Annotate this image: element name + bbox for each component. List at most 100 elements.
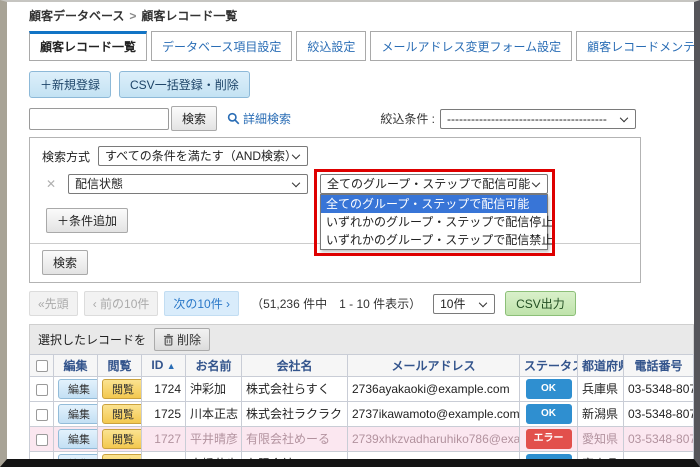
search-method-select[interactable]: すべての条件を満たす（AND検索） [98,146,309,166]
cell-id: 1725 [141,401,186,427]
tab-email-change-form-settings[interactable]: メールアドレス変更フォーム設定 [370,31,573,61]
condition-field-select[interactable]: 配信状態 [68,174,308,194]
new-record-button[interactable]: ＋新規登録 [29,71,112,98]
cell-company: 株式会社らすく [241,376,348,402]
header-name[interactable]: お名前 [185,354,242,377]
csv-bulk-button[interactable]: CSV一括登録・削除 [119,71,250,98]
table-row: 編集 閲覧 1724 沖彩加 株式会社らすく 2736ayakaoki@exam… [29,376,694,402]
edit-button[interactable]: 編集 [58,379,97,399]
edit-button[interactable]: 編集 [58,429,97,449]
cell-company: 有限会社CD [241,451,348,459]
edit-button[interactable]: 編集 [58,404,97,424]
panel-search-button[interactable]: 検索 [42,250,89,275]
first-page-button[interactable]: «先頭 [29,291,78,316]
cell-id: 1728 [141,451,186,459]
tab-bar: 顧客レコード一覧 データベース項目設定 絞込設定 メールアドレス変更フォーム設定… [29,31,694,61]
search-icon [227,112,240,125]
per-page-select[interactable]: 10件 [433,293,496,314]
view-button[interactable]: 閲覧 [102,454,141,459]
option-deliverable-all[interactable]: 全てのグループ・ステップで配信可能 [321,195,547,213]
tab-record-maintenance[interactable]: 顧客レコードメンテナンス [576,31,694,61]
edit-button[interactable]: 編集 [58,454,97,459]
header-id[interactable]: ID ▲ [141,354,186,377]
cell-name: 沖彩加 [185,376,242,402]
header-status[interactable]: ステータス [519,354,578,377]
select-all-checkbox[interactable] [35,360,48,373]
cell-email: 2737ikawamoto@example.com [347,401,520,427]
header-view: 閲覧 [97,354,142,377]
bulk-delete-button[interactable]: 削除 [154,328,211,351]
advanced-search-link[interactable]: 詳細検索 [227,110,291,127]
records-table: 編集 閲覧 ID ▲ お名前 会社名 メールアドレス ステータス 都道府県 電話… [29,354,694,459]
cell-name: 川本正志 [185,401,242,427]
tab-filter-settings[interactable]: 絞込設定 [296,31,367,61]
cell-id: 1727 [141,426,186,452]
cell-prefecture: 新潟県 [577,401,624,427]
header-prefecture[interactable]: 都道府県 [577,354,624,377]
view-button[interactable]: 閲覧 [102,429,141,449]
cell-email: 2739xhkzvadharuhiko786@example.com [347,426,520,452]
search-bar: 検索 詳細検索 絞込条件 : -------------------------… [29,106,694,131]
row-checkbox[interactable] [35,433,48,446]
search-button[interactable]: 検索 [171,106,218,131]
tab-database-field-settings[interactable]: データベース項目設定 [151,31,293,61]
cell-phone: 03-5348-8070 [623,426,694,452]
status-badge-error: エラー [525,429,572,449]
delivery-status-dropdown: 全てのグループ・ステップで配信可能 全てのグループ・ステップで配信可能 いずれか… [314,169,555,256]
delivery-status-options: 全てのグループ・ステップで配信可能 いずれかのグループ・ステップで配信停止 いず… [320,194,553,250]
record-count-summary: （51,236 件中 1 - 10 件表示） [251,297,422,311]
header-email[interactable]: メールアドレス [347,354,520,377]
row-checkbox[interactable] [35,458,48,459]
toolbar: ＋新規登録 CSV一括登録・削除 [29,71,694,98]
cell-name: 大橋花歩 [185,451,242,459]
header-company[interactable]: 会社名 [241,354,348,377]
sort-asc-icon: ▲ [166,361,176,371]
cell-phone: 03-5348-8070 [623,451,694,459]
cell-prefecture: 愛知県 [577,426,624,452]
tab-customer-record-list[interactable]: 顧客レコード一覧 [29,31,148,61]
option-stopped-any[interactable]: いずれかのグループ・ステップで配信停止 [321,213,553,231]
cell-phone: 03-5348-8070 [623,376,694,402]
status-badge: OK [525,379,572,399]
cell-prefecture: 兵庫県 [577,376,624,402]
breadcrumb-current: 顧客レコード一覧 [141,9,238,23]
prev-page-button[interactable]: ‹ 前の10件 [83,291,159,316]
cell-company: 株式会社ラクラク [241,401,348,427]
option-banned-any[interactable]: いずれかのグループ・ステップで配信禁止 [321,231,553,249]
cell-phone: 03-5348-8070 [623,401,694,427]
add-condition-button[interactable]: ＋条件追加 [46,208,129,233]
status-badge: OK [525,404,572,424]
filter-condition-select[interactable]: ---------------------------------------- [440,108,636,129]
trash-icon [163,333,174,346]
bulk-action-bar: 選択したレコードを 削除 [29,324,694,354]
cell-email: 2740kaho1882@example.com [347,451,520,459]
view-button[interactable]: 閲覧 [102,404,141,424]
table-row: 編集 閲覧 1725 川本正志 株式会社ラクラク 2737ikawamoto@e… [29,401,694,427]
app-window: 顧客データベース > 顧客レコード一覧 顧客レコード一覧 データベース項目設定 絞込… [0,0,700,467]
bulk-action-label: 選択したレコードを [38,333,147,347]
header-edit: 編集 [53,354,98,377]
remove-condition-icon[interactable]: ✕ [46,177,58,191]
table-row-error: 編集 閲覧 1727 平井晴彦 有限会社めーる 2739xhkzvadharuh… [29,426,694,452]
select-all-header [29,354,54,377]
next-page-button[interactable]: 次の10件 › [164,291,240,316]
cell-id: 1724 [141,376,186,402]
breadcrumb: 顧客データベース > 顧客レコード一覧 [29,7,694,24]
delivery-status-select[interactable]: 全てのグループ・ステップで配信可能 [320,174,548,194]
breadcrumb-parent[interactable]: 顧客データベース [29,9,124,23]
cell-email: 2736ayakaoki@example.com [347,376,520,402]
cell-name: 平井晴彦 [185,426,242,452]
search-condition-panel: 検索方式 すべての条件を満たす（AND検索） ✕ 配信状態 全てのグループ・ステ… [29,137,641,283]
view-button[interactable]: 閲覧 [102,379,141,399]
header-phone[interactable]: 電話番号 [623,354,694,377]
row-checkbox[interactable] [35,408,48,421]
keyword-input[interactable] [29,107,169,130]
csv-export-button[interactable]: CSV出力 [505,291,576,316]
row-checkbox[interactable] [35,383,48,396]
table-header-row: 編集 閲覧 ID ▲ お名前 会社名 メールアドレス ステータス 都道府県 電話… [29,354,694,377]
table-row: 編集 閲覧 1728 大橋花歩 有限会社CD 2740kaho1882@exam… [29,451,694,459]
page-content: 顧客データベース > 顧客レコード一覧 顧客レコード一覧 データベース項目設定 絞込… [7,2,694,459]
pagination: «先頭 ‹ 前の10件 次の10件 › （51,236 件中 1 - 10 件表… [29,291,694,316]
cell-company: 有限会社めーる [241,426,348,452]
bulk-delete-label: 削除 [177,333,202,347]
